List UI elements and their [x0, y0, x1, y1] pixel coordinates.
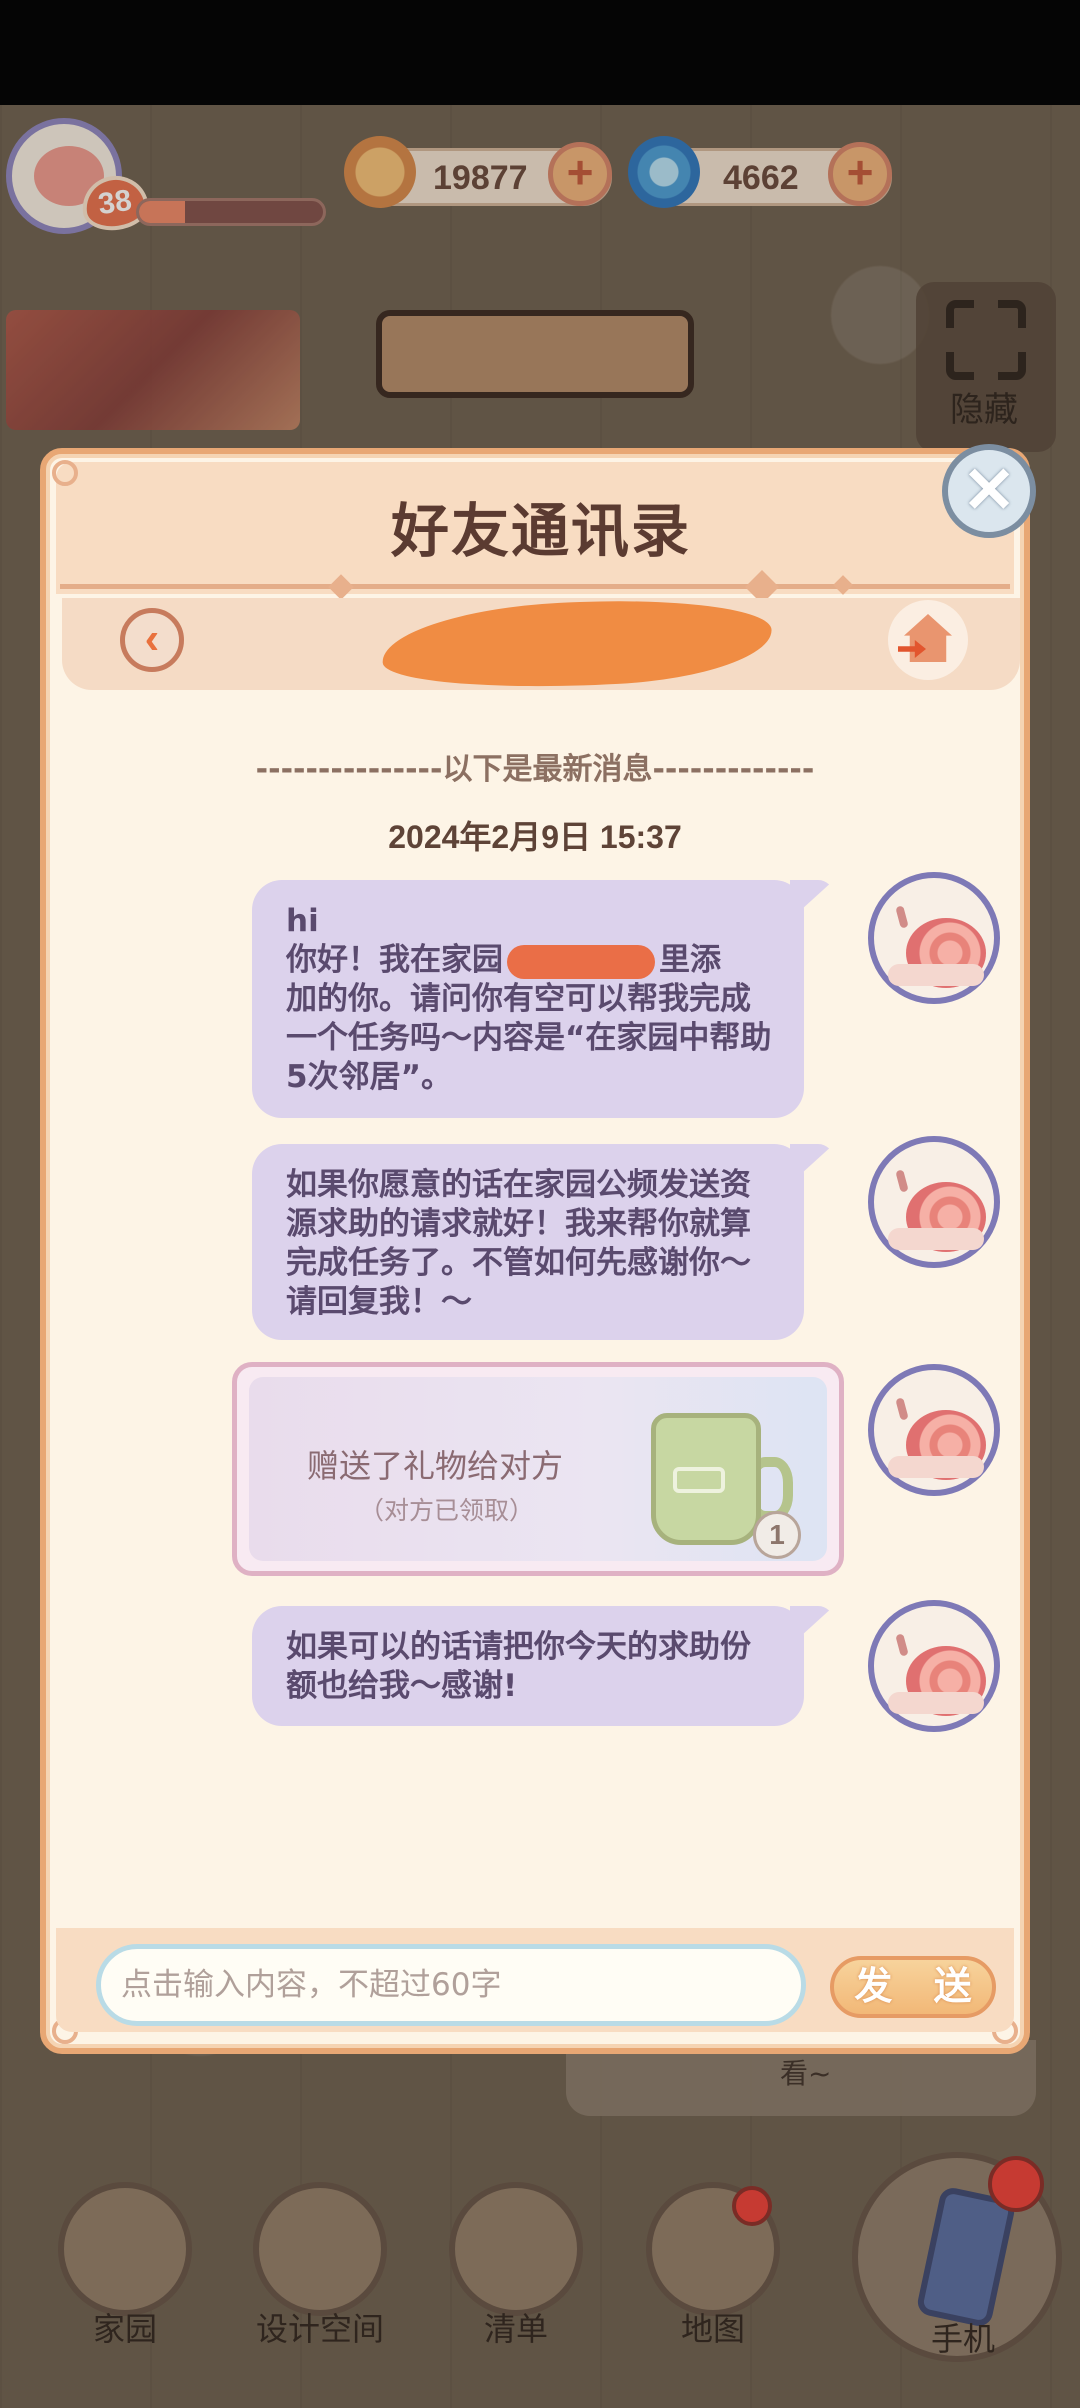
list-nav-icon — [449, 2182, 583, 2316]
nav-design-label: 设计空间 — [255, 2310, 384, 2348]
status-bar — [0, 0, 1080, 105]
message-line: 你好！我在家园 里添 — [286, 941, 776, 980]
message-text: 如果你愿意的话在家园公频发送资源求助的请求就好！我来帮你就算完成任务了。不管如何… — [286, 1167, 751, 1320]
map-notification-dot — [732, 2186, 772, 2226]
background-speech-text: 看~ — [780, 2057, 832, 2090]
message-text: 如果可以的话请把你今天的求助份额也给我～感谢! — [286, 1629, 751, 1704]
header-divider — [60, 584, 1010, 589]
snail-avatar-icon[interactable] — [868, 1136, 1000, 1268]
message-timestamp: 2024年2月9日 15:37 — [388, 819, 682, 855]
message-text: 加的你。请问你有空可以帮我完成一个任务吗～内容是“在家园中帮助5次邻居”。 — [286, 981, 772, 1095]
nav-design[interactable]: 设计空间 — [245, 2182, 395, 2348]
latest-messages-divider: ---------------以下是最新消息------------- — [255, 752, 815, 787]
nav-home[interactable]: 家园 — [50, 2182, 200, 2348]
send-button[interactable]: 发 送 — [830, 1956, 996, 2018]
corner-ornament — [52, 460, 78, 486]
chat-bubble: 如果你愿意的话在家园公频发送资源求助的请求就好！我来帮你就算完成任务了。不管如何… — [252, 1144, 804, 1340]
nav-map-label: 地图 — [680, 2310, 745, 2348]
redacted-text — [507, 944, 655, 979]
visit-home-button[interactable] — [888, 600, 968, 680]
design-nav-icon — [253, 2182, 387, 2316]
message-line: hi — [286, 903, 319, 939]
phone-notification-dot — [988, 2156, 1044, 2212]
message-text: 你好！我在家园 — [286, 942, 503, 978]
snail-avatar-icon[interactable] — [868, 872, 1000, 1004]
close-button[interactable]: ✕ — [942, 444, 1036, 538]
gift-count-badge: 1 — [753, 1511, 801, 1559]
gift-card-body: 赠送了礼物给对方 （对方已领取） — [249, 1377, 827, 1561]
chat-bubble: 如果可以的话请把你今天的求助份额也给我～感谢! — [252, 1606, 804, 1726]
friend-contacts-dialog: 好友通讯录 ‹ ---------------以下是最新消息----------… — [40, 448, 1030, 2054]
message-input[interactable] — [96, 1944, 806, 2026]
snail-avatar-icon[interactable] — [868, 1600, 1000, 1732]
house-nav-icon — [58, 2182, 192, 2316]
dialog-title: 好友通讯录 — [390, 497, 691, 565]
back-arrow-icon: ‹ — [144, 614, 160, 663]
nav-home-label: 家园 — [92, 2310, 157, 2348]
close-icon: ✕ — [962, 454, 1016, 526]
nav-list[interactable]: 清单 — [441, 2182, 591, 2348]
nav-phone-label: 手机 — [930, 2320, 995, 2358]
snail-avatar-icon[interactable] — [868, 1364, 1000, 1496]
gift-title: 赠送了礼物给对方 — [307, 1447, 564, 1485]
gift-message-card[interactable]: 赠送了礼物给对方 （对方已领取） 1 — [232, 1362, 844, 1576]
message-text: 里添 — [659, 942, 721, 978]
back-button[interactable]: ‹ — [120, 608, 184, 672]
chat-bubble: hi 你好！我在家园 里添 加的你。请问你有空可以帮我完成一个任务吗～内容是“在家… — [252, 880, 804, 1118]
nav-list-label: 清单 — [483, 2310, 548, 2348]
gift-status: （对方已领取） — [359, 1496, 535, 1525]
home-icon — [904, 614, 952, 662]
